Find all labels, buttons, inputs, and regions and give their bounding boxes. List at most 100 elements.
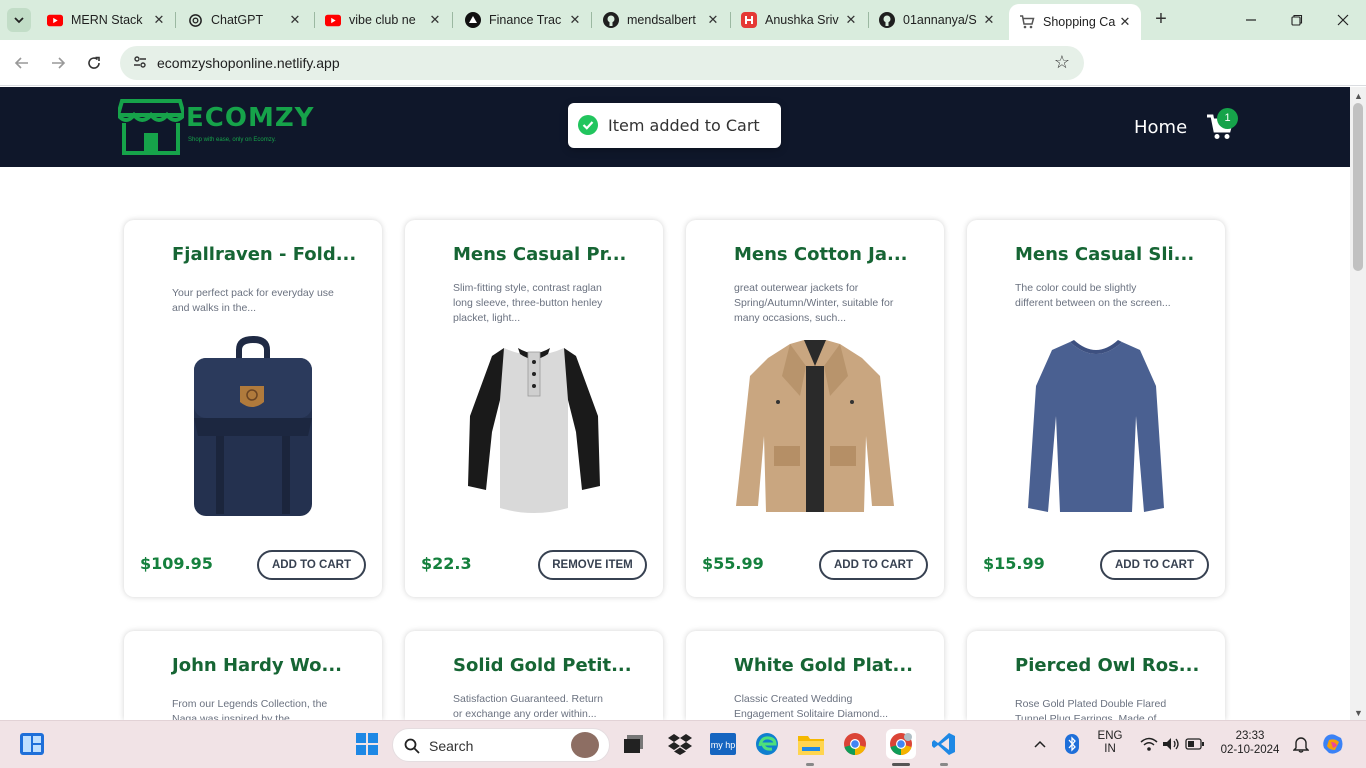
tab-title: vibe club ne [349,13,416,27]
product-price: $15.99 [983,554,1045,573]
product-description: Your perfect pack for everyday use and w… [172,287,334,314]
bluetooth-icon[interactable] [1059,731,1085,757]
youtube-icon [47,12,63,28]
search-highlight-avatar [571,732,599,758]
browser-tab-6[interactable]: Anushka Sriv ✕ [741,6,859,34]
product-card: Fjallraven - Fold... Your perfect pack f… [124,220,382,597]
close-icon[interactable]: ✕ [705,12,721,28]
chrome-icon[interactable] [842,731,868,757]
address-bar[interactable]: ecomzyshoponline.netlify.app ☆ [120,46,1084,80]
language-code: ENG [1097,730,1123,742]
clock-time: 23:33 [1235,730,1265,742]
arrow-right-icon [52,57,66,69]
chatgpt-icon [187,12,203,28]
keyboard-region: IN [1104,743,1116,755]
browser-tab-8-active[interactable]: Shopping Ca ✕ [1009,4,1141,40]
volume-icon[interactable] [1158,731,1184,757]
running-indicator [806,763,814,766]
close-icon[interactable]: ✕ [427,12,443,28]
windows-taskbar: Search my hp ENG IN 23:33 02-10-2024 [0,720,1366,768]
vscode-icon[interactable] [931,731,957,757]
close-icon[interactable]: ✕ [567,12,583,28]
minimize-button[interactable] [1228,0,1274,40]
ecomzy-logo[interactable]: ECOMZY Shop with ease, only on Ecomzy. [118,97,314,157]
close-icon[interactable]: ✕ [981,12,997,28]
back-button[interactable] [9,50,35,76]
bookmark-star-icon[interactable]: ☆ [1054,52,1070,73]
url-text[interactable]: ecomzyshoponline.netlify.app [157,55,340,71]
scroll-down-icon[interactable]: ▼ [1354,708,1363,718]
product-price: $22.3 [421,554,472,573]
add-to-cart-button[interactable]: ADD TO CART [819,550,928,580]
close-icon[interactable]: ✕ [151,12,167,28]
product-title: Pierced Owl Ros... [1015,655,1200,676]
restore-button[interactable] [1274,0,1320,40]
browser-tab-2[interactable]: ChatGPT ✕ [187,6,303,34]
active-indicator [892,763,910,766]
copilot-icon[interactable] [1320,731,1346,757]
product-description: From our Legends Collection, the Naga wa… [172,698,328,720]
edge-icon[interactable] [754,731,780,757]
scroll-up-icon[interactable]: ▲ [1354,91,1363,101]
add-to-cart-button[interactable]: ADD TO CART [1100,550,1209,580]
add-to-cart-button[interactable]: ADD TO CART [257,550,366,580]
file-explorer-icon[interactable] [798,731,824,757]
browser-toolbar: ecomzyshoponline.netlify.app ☆ [0,40,1366,113]
browser-tab-1[interactable]: MERN Stack ✕ [47,6,167,34]
hp-app-icon[interactable]: my hp [710,731,736,757]
youtube-icon [325,12,341,28]
tab-separator [730,12,731,28]
language-indicator[interactable]: ENG IN [1094,730,1126,755]
dropbox-icon[interactable] [667,731,693,757]
close-icon[interactable]: ✕ [843,12,859,28]
nav-home-link[interactable]: Home [1134,117,1187,138]
site-info-icon[interactable] [132,54,148,75]
widgets-icon[interactable] [19,731,45,757]
browser-tab-3[interactable]: vibe club ne ✕ [325,6,443,34]
remove-item-button[interactable]: REMOVE ITEM [538,550,647,580]
close-icon[interactable]: ✕ [1117,14,1133,30]
product-description: Slim-fitting style, contrast raglan long… [453,282,603,324]
search-placeholder: Search [429,738,474,754]
product-card: White Gold Plat... Classic Created Weddi… [686,631,944,720]
browser-tab-4[interactable]: Finance Trac ✕ [465,6,583,34]
tab-title: Shopping Ca [1043,15,1116,29]
tab-search-button[interactable] [7,8,31,32]
hashnode-icon [741,12,757,28]
scrollbar-thumb[interactable] [1353,103,1363,271]
new-tab-button[interactable]: + [1150,9,1172,31]
page-scrollbar[interactable]: ▲ ▼ [1350,87,1366,720]
product-title: Mens Cotton Ja... [734,244,908,265]
tab-title: ChatGPT [211,13,264,27]
cart-icon [1019,14,1035,30]
browser-tab-7[interactable]: 01annanya/S ✕ [879,6,997,34]
browser-tab-5[interactable]: mendsalbert ✕ [603,6,721,34]
tab-title: Anushka Sriv [765,13,839,27]
toast-notification: Item added to Cart [568,103,781,148]
tab-separator [868,12,869,28]
logo-wordmark: ECOMZY [186,103,315,133]
browser-tab-strip: MERN Stack ✕ ChatGPT ✕ vibe club ne ✕ Fi… [0,0,1366,40]
product-image-raglan-tshirt [453,332,615,522]
product-description: The color could be slightly different be… [1015,282,1171,309]
product-price: $109.95 [140,554,213,573]
store-icon [118,99,184,155]
windows-start-icon[interactable] [354,731,380,757]
forward-button[interactable] [45,50,71,76]
close-window-button[interactable] [1320,0,1366,40]
minimize-icon [1246,19,1256,21]
reload-icon [88,56,100,69]
reload-button[interactable] [81,50,107,76]
taskbar-search[interactable]: Search [392,728,610,762]
task-view-icon[interactable] [621,731,647,757]
tab-separator [591,12,592,28]
chrome-profile-icon-active[interactable] [886,729,916,759]
notification-bell-icon[interactable] [1288,731,1314,757]
logo-tagline: Shop with ease, only on Ecomzy. [188,137,276,143]
product-image-cotton-jacket [734,332,896,522]
battery-icon[interactable] [1182,731,1208,757]
product-image-slim-tshirt [1015,332,1177,522]
close-icon[interactable]: ✕ [287,12,303,28]
clock[interactable]: 23:33 02-10-2024 [1214,730,1286,756]
chevron-up-icon[interactable] [1027,731,1053,757]
